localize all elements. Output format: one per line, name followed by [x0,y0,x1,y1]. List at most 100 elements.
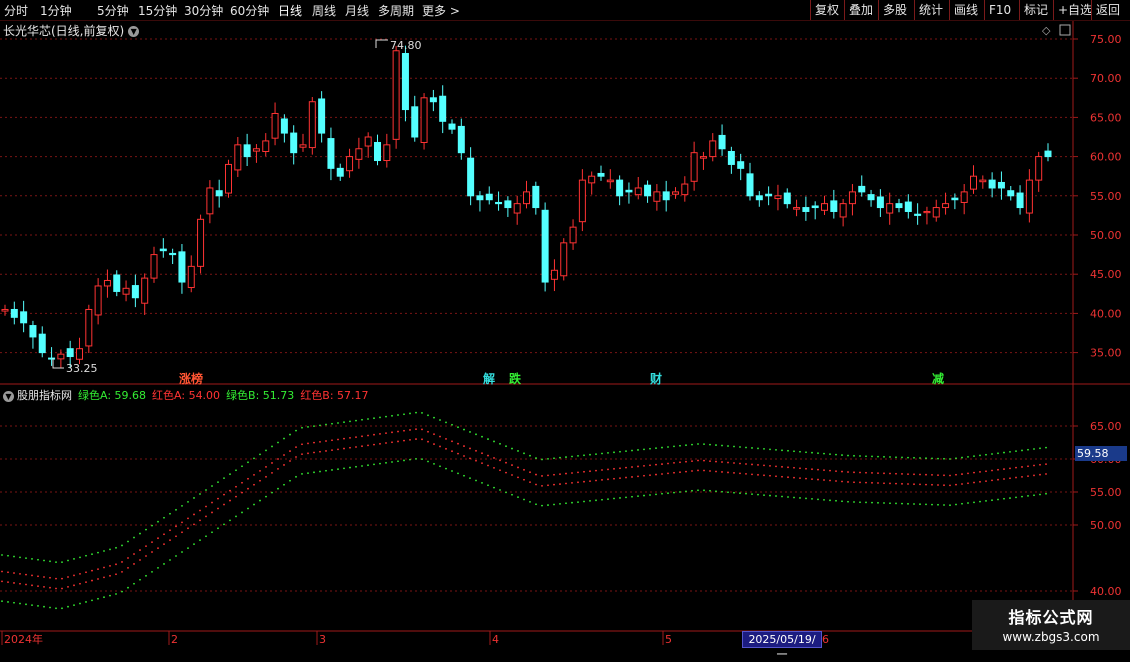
indicator-dot [325,440,327,442]
indicator-dot [457,426,459,429]
indicator-dot [865,501,867,504]
indicator-dot [655,463,657,466]
event-tag-limit-list[interactable]: 涨榜 [179,370,203,387]
indicator-dot [205,535,207,538]
kline-chart[interactable]: 75.00 70.00 65.00 60.00 55.00 50.00 45.00 40.00… [0,0,1130,650]
indicator-dot [217,507,219,510]
indicator-dot [1039,447,1041,450]
diamond-icon[interactable]: ◇ [1042,24,1051,37]
red-b-value: 红色B: 57.17 [300,389,369,402]
candle-body [159,248,167,252]
indicator-dot [919,457,921,459]
indicator-dot [433,443,435,445]
indicator-dot [427,414,429,417]
indicator-dot [559,456,561,459]
indicator-dot [703,459,705,462]
indicator-dot [271,491,273,494]
indicator-dot [361,435,363,438]
indicator-dot [151,551,153,553]
indicator-dot [409,412,411,415]
indicator-dot [775,465,777,468]
indicator-dot [805,497,807,500]
indicator-dot [349,466,351,469]
indicator-dot [211,531,213,534]
indicator-dot [55,561,57,563]
indicator-dot [613,467,615,470]
indicator-dot [331,439,333,442]
indicator-dot [529,471,531,474]
indicator-dot [313,441,315,444]
indicator-dot [469,457,471,460]
indicator-dot [955,503,957,506]
indicator-dot [133,563,135,565]
chevron-down-icon[interactable]: ▼ [3,391,14,402]
indicator-dot [667,462,669,465]
indicator-dot [553,473,555,476]
indicator-dot [961,502,963,505]
indicator-dot [67,586,69,588]
indicator-dot [895,502,897,505]
indicator-dot [31,558,33,560]
candle-body [560,242,568,277]
current-indicator-value: 59.58 [1075,446,1127,461]
price-tick-label: 55.00 [1090,190,1122,203]
event-tag-finance[interactable]: 财 [650,370,662,387]
indicator-dot [655,493,657,496]
indicator-dot [187,547,189,549]
watermark-title: 指标公式网 [1008,608,1094,627]
event-tag-reduce[interactable]: 减 [932,370,944,387]
candle-body [476,195,484,201]
candle-body [131,285,139,299]
event-tag-drop[interactable]: 跌 [509,370,521,387]
indicator-dot [787,449,789,452]
indicator-dot [931,457,933,460]
indicator-dot [907,483,909,485]
indicator-dot [895,472,897,475]
indicator-dot [919,483,921,486]
indicator-dot [205,515,207,518]
indicator-dot [691,443,693,446]
indicator-dot [703,489,705,492]
indicator-dot [361,445,363,448]
indicator-dot [235,485,237,488]
indicator-dot [763,447,765,450]
panel-toggle-icon[interactable] [1059,24,1071,36]
indicator-dot [253,473,255,476]
indicator-dot [547,504,549,506]
indicator-dot [307,426,309,428]
indicator-dot [871,472,873,474]
indicator-dot [373,443,375,446]
indicator-dot [193,523,195,526]
indicator-dot [601,498,603,501]
indicator-dot [517,496,519,499]
indicator-dot [1021,475,1023,478]
indicator-dot [511,464,513,466]
indicator-dot [1,554,3,556]
indicator-dot [841,480,843,483]
indicator-dot [877,455,879,458]
indicator-dot [709,443,711,446]
indicator-dot [379,442,381,445]
indicator-dot [265,466,267,468]
candle-body [94,285,102,316]
indicator-name[interactable]: 股朋指标网 [17,389,72,402]
candle-body [439,95,447,122]
indicator-dot [829,479,831,482]
indicator-dot [973,501,975,504]
indicator-dot [523,498,525,501]
indicator-dot [937,503,939,506]
indicator-dot [433,433,435,436]
indicator-dot [571,472,573,474]
indicator-dot [997,452,999,455]
indicator-dot [913,456,915,459]
candle-body [20,311,28,324]
indicator-dot [577,501,579,503]
indicator-dot [637,449,639,451]
indicator-dot [607,478,609,481]
indicator-dot [577,481,579,484]
indicator-dot [1003,478,1005,480]
event-tag-unlock[interactable]: 解 [483,370,495,387]
indicator-dot [253,503,255,506]
indicator-dot [103,596,105,599]
indicator-dot [607,452,609,454]
